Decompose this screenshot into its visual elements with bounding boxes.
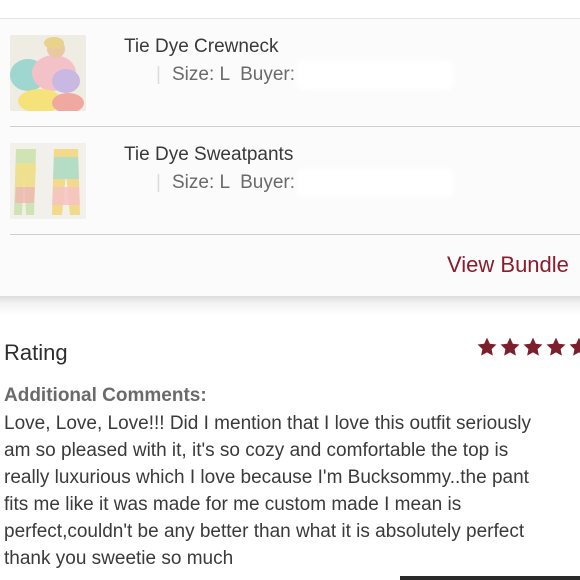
product-thumbnail-sweatpants[interactable] [10,143,86,219]
star-icon [500,337,520,356]
rating-stars [476,336,580,358]
redaction-mark: | [156,64,161,86]
rating-label: Rating [4,340,68,365]
comment-line: am so pleased with it, it's so cozy and … [4,440,509,461]
item-meta: | Size: L Buyer: [156,64,451,86]
item-title[interactable]: Tie Dye Crewneck [124,36,279,58]
item-size: Size: L [172,172,231,194]
view-bundle-link[interactable]: View Bundle [447,252,569,278]
comment-line: thank you sweetie so much [4,548,234,569]
item-size: Size: L [172,64,231,86]
screen: Tie Dye Crewneck | Size: L Buyer: Tie Dy… [0,0,580,580]
star-icon [523,337,543,356]
redaction-mark: | [156,172,161,194]
item-buyer-label: Buyer: [240,64,296,86]
item-meta: | Size: L Buyer: [156,172,451,194]
additional-comments-label: Additional Comments: [4,385,207,406]
bundle-card: Tie Dye Crewneck | Size: L Buyer: Tie Dy… [0,18,580,297]
bundle-item[interactable]: Tie Dye Sweatpants | Size: L Buyer: [0,127,580,235]
product-thumbnail-crewneck[interactable] [10,35,86,111]
comment-line: perfect,couldn't be any better than what… [4,521,525,542]
bundle-item[interactable]: Tie Dye Crewneck | Size: L Buyer: [0,19,580,127]
star-icon [569,337,580,356]
item-title[interactable]: Tie Dye Sweatpants [124,144,293,166]
redacted-buyer-name [300,172,451,194]
home-indicator [400,576,580,580]
comment-line: fits me like it was made for me custom m… [4,494,462,515]
redacted-buyer-name [300,64,451,86]
comment-line: really luxurious which I love because I'… [4,467,529,488]
star-icon [546,337,566,356]
divider [10,234,580,235]
section-separator [0,296,580,316]
item-buyer-label: Buyer: [240,172,296,194]
star-icon [477,337,497,356]
comment-line: Love, Love, Love!!! Did I mention that I… [4,413,531,434]
